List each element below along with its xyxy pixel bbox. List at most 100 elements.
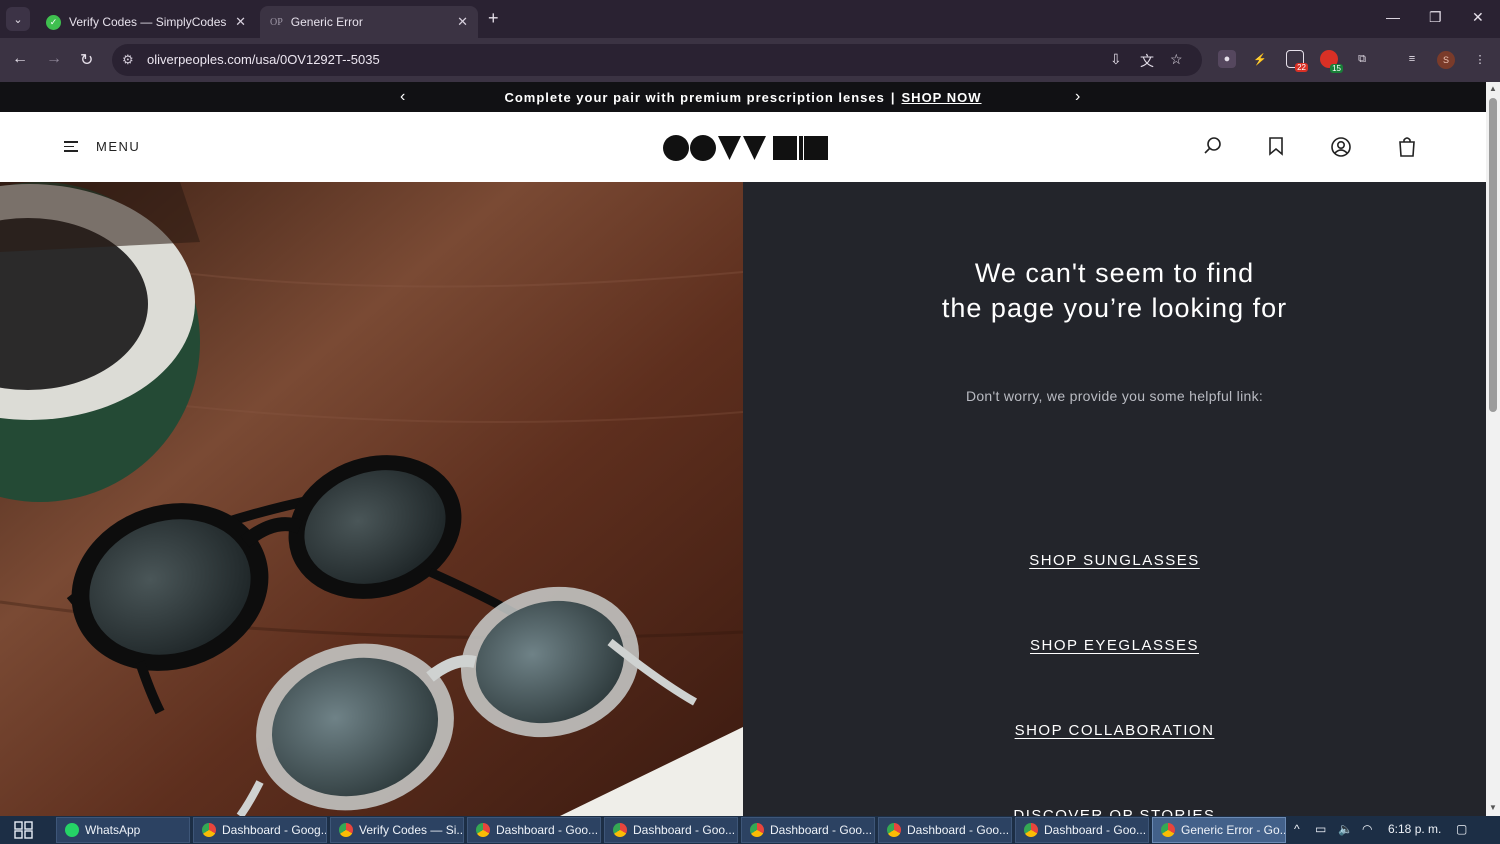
windows-taskbar: WhatsApp Dashboard - Goog... Verify Code… [0, 816, 1500, 844]
lightning-icon[interactable]: ⚡ [1251, 50, 1269, 68]
site-info-icon[interactable]: ⚙ [122, 52, 134, 68]
taskbar-item-chrome-active[interactable]: Generic Error - Go... [1152, 817, 1286, 843]
restore-icon[interactable]: ❐ [1429, 9, 1442, 26]
shield-extension-icon[interactable]: 15 [1320, 50, 1343, 73]
headline-line-1: We can't seem to find [974, 258, 1255, 288]
close-tab-icon[interactable]: ✕ [457, 14, 468, 30]
menu-button[interactable]: MENU [64, 138, 140, 155]
extension-badge: 22 [1295, 63, 1308, 72]
taskbar-item-chrome[interactable]: Dashboard - Goo... [1015, 817, 1149, 843]
error-panel: We can't seem to find the page you’re lo… [743, 182, 1486, 816]
taskbar-item-label: Dashboard - Goo... [1044, 823, 1147, 837]
close-tab-icon[interactable]: ✕ [235, 14, 246, 30]
taskbar-item-label: Dashboard - Goog... [222, 823, 327, 837]
address-bar[interactable]: ⚙ oliverpeoples.com/usa/0OV1292T--5035 ⇩… [112, 44, 1202, 76]
tab-title: Verify Codes — SimplyCodes [69, 15, 227, 29]
chrome-icon [339, 823, 353, 837]
taskbar-item-label: Dashboard - Goo... [770, 823, 873, 837]
taskbar-item-chrome[interactable]: Verify Codes — Si... [330, 817, 464, 843]
translate-icon[interactable]: 文 [1140, 51, 1154, 71]
account-icon[interactable] [1330, 136, 1352, 158]
op-favicon-icon: OP [270, 16, 283, 28]
tab-verify-codes[interactable]: ✓ Verify Codes — SimplyCodes ✕ [36, 6, 256, 38]
taskbar-item-chrome[interactable]: Dashboard - Goog... [193, 817, 327, 843]
close-window-icon[interactable]: ✕ [1472, 9, 1484, 26]
taskbar-item-chrome[interactable]: Dashboard - Goo... [604, 817, 738, 843]
promo-banner: ‹ Complete your pair with premium prescr… [0, 82, 1486, 112]
start-grid-icon[interactable] [14, 821, 34, 839]
minimize-icon[interactable]: — [1386, 9, 1400, 25]
tray-chevron-up-icon[interactable]: ^ [1294, 822, 1300, 836]
clock-time[interactable]: 6:18 p. m. [1388, 822, 1441, 836]
chevron-down-icon: ⌄ [13, 13, 23, 26]
puzzle-icon[interactable]: ● [1218, 50, 1236, 68]
volume-icon[interactable]: 🔈 [1338, 822, 1353, 836]
scroll-down-icon[interactable]: ▼ [1489, 803, 1497, 812]
scrollbar-thumb[interactable] [1489, 98, 1497, 412]
taskbar-item-chrome[interactable]: Dashboard - Goo... [878, 817, 1012, 843]
browser-tab-strip: ⌄ ✓ Verify Codes — SimplyCodes ✕ OP Gene… [0, 0, 1500, 38]
page-scrollbar[interactable]: ▲ ▼ [1486, 82, 1500, 816]
taskbar-item-whatsapp[interactable]: WhatsApp [56, 817, 190, 843]
tab-generic-error[interactable]: OP Generic Error ✕ [260, 6, 478, 38]
taskbar-item-label: Dashboard - Goo... [907, 823, 1010, 837]
promo-next-icon[interactable]: › [1075, 88, 1081, 106]
scroll-up-icon[interactable]: ▲ [1489, 84, 1497, 93]
oliver-peoples-logo[interactable] [663, 134, 829, 162]
search-icon[interactable] [1203, 136, 1223, 156]
shop-collaboration-link[interactable]: SHOP COLLABORATION [743, 722, 1486, 739]
install-app-icon[interactable]: ⇩ [1110, 51, 1122, 68]
url-text[interactable]: oliverpeoples.com/usa/0OV1292T--5035 [147, 52, 380, 67]
notification-icon[interactable]: ▢ [1456, 822, 1467, 836]
chrome-icon [1161, 823, 1175, 837]
hero-sunglasses-image [0, 182, 743, 816]
bookmark-icon[interactable] [1267, 136, 1285, 156]
media-control-icon[interactable]: ≡ [1403, 50, 1421, 68]
taskbar-item-chrome[interactable]: Dashboard - Goo... [467, 817, 601, 843]
web-page: ‹ Complete your pair with premium prescr… [0, 82, 1486, 816]
discover-op-stories-link[interactable]: DISCOVER OP STORIES [743, 807, 1486, 816]
taskbar-item-chrome[interactable]: Dashboard - Goo... [741, 817, 875, 843]
chrome-icon [1024, 823, 1038, 837]
extension-badge: 15 [1330, 64, 1343, 73]
chrome-icon [750, 823, 764, 837]
promo-separator: | [890, 89, 896, 105]
chrome-icon [476, 823, 490, 837]
promo-prev-icon[interactable]: ‹ [400, 88, 406, 106]
headline-line-2: the page you’re looking for [941, 293, 1288, 323]
tab-title: Generic Error [290, 15, 363, 29]
promo-shop-now-link[interactable]: SHOP NOW [902, 90, 982, 105]
browser-toolbar: ← → ↻ ⚙ oliverpeoples.com/usa/0OV1292T--… [0, 38, 1500, 82]
menu-label: MENU [96, 138, 141, 154]
error-subtext: Don't worry, we provide you some helpful… [965, 388, 1264, 404]
chrome-icon [887, 823, 901, 837]
taskbar-item-label: WhatsApp [85, 823, 141, 837]
forward-arrow-icon[interactable]: → [46, 50, 62, 68]
taskbar-item-label: Verify Codes — Si... [359, 823, 464, 837]
taskbar-item-label: Generic Error - Go... [1181, 823, 1286, 837]
shop-eyeglasses-link[interactable]: SHOP EYEGLASSES [743, 637, 1486, 654]
chrome-icon [613, 823, 627, 837]
reload-icon[interactable]: ↻ [80, 50, 93, 70]
taskbar-item-label: Dashboard - Goo... [633, 823, 736, 837]
simplycodes-favicon-icon: ✓ [46, 14, 61, 30]
new-tab-icon[interactable]: + [488, 8, 499, 29]
tab-search-button[interactable]: ⌄ [6, 7, 30, 31]
shopping-bag-icon[interactable] [1397, 136, 1417, 158]
back-arrow-icon[interactable]: ← [12, 50, 28, 68]
chrome-icon [202, 823, 216, 837]
more-menu-icon[interactable]: ⋮ [1471, 50, 1489, 68]
profile-avatar[interactable]: S [1437, 51, 1455, 69]
site-header: MENU [0, 112, 1486, 182]
battery-icon[interactable]: ▭ [1315, 822, 1326, 836]
screen-extension-icon[interactable]: 22 [1286, 50, 1308, 72]
bookmark-star-icon[interactable]: ☆ [1170, 51, 1183, 68]
hamburger-icon [64, 138, 80, 155]
shop-sunglasses-link[interactable]: SHOP SUNGLASSES [743, 552, 1486, 569]
promo-text: Complete your pair with premium prescrip… [504, 89, 885, 105]
error-headline: We can't seem to find the page you’re lo… [743, 256, 1486, 326]
taskbar-item-label: Dashboard - Goo... [496, 823, 599, 837]
extensions-icon[interactable]: ⧉ [1353, 50, 1371, 68]
whatsapp-icon [65, 823, 79, 837]
wifi-icon[interactable]: ◠ [1362, 822, 1372, 836]
